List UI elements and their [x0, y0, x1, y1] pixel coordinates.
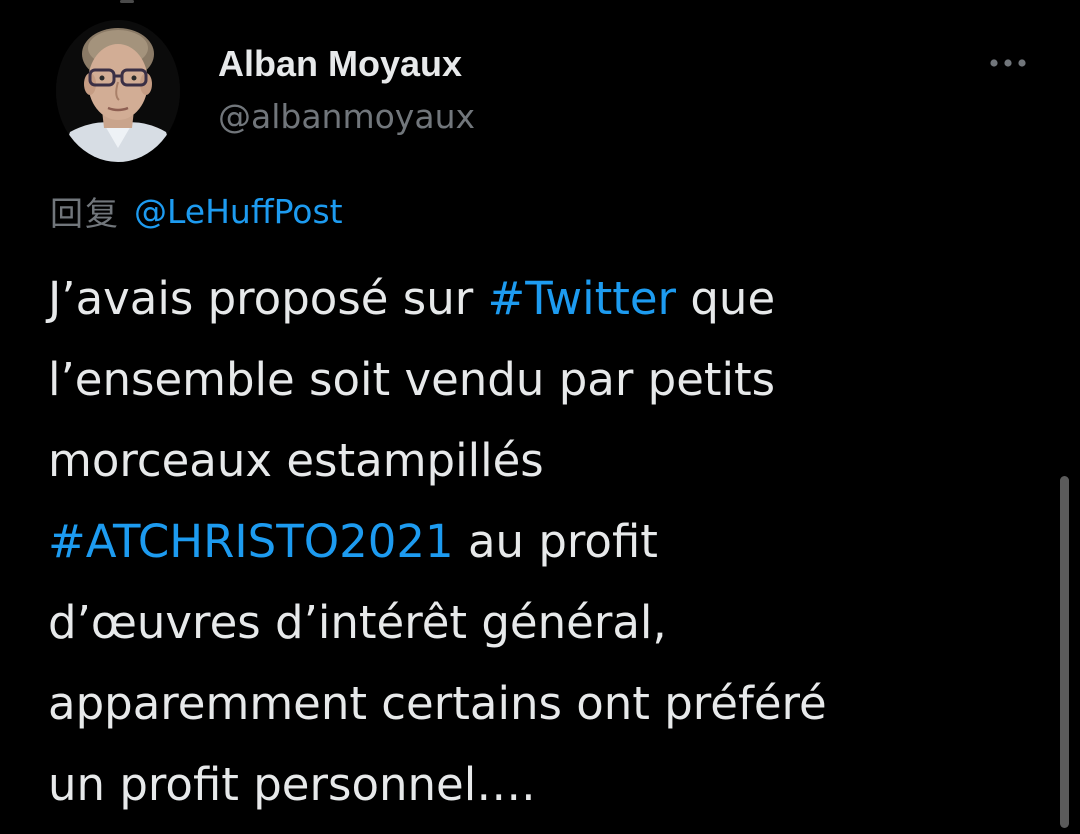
tweet-text-line: J’avais proposé sur #Twitter que [48, 258, 1028, 339]
tweet-text-line: un profit personnel…. [48, 758, 536, 811]
reply-mention-link[interactable]: @LeHuffPost [134, 192, 343, 231]
author-handle[interactable]: @albanmoyaux [218, 94, 475, 140]
more-options-button[interactable] [980, 46, 1036, 80]
text-segment: que [676, 272, 776, 325]
reply-context: 回复 @LeHuffPost [50, 186, 343, 236]
tweet-text-line: apparemment certains ont préféré [48, 677, 827, 730]
text-segment: au profit [453, 515, 658, 568]
avatar[interactable] [56, 20, 180, 162]
reply-prefix-label: 回复 [50, 194, 120, 233]
text-segment: J’avais proposé sur [48, 272, 488, 325]
avatar-photo [56, 20, 180, 162]
tweet-text-line: morceaux estampillés [48, 434, 544, 487]
tweet-text: J’avais proposé sur #Twitter que l’ensem… [48, 258, 1028, 825]
top-divider-mark [120, 0, 134, 3]
tweet-text-line: d’œuvres d’intérêt général, [48, 596, 667, 649]
hashtag-link-twitter[interactable]: #Twitter [488, 272, 677, 325]
tweet-text-line: #ATCHRISTO2021 au profit [48, 501, 1028, 582]
vertical-scrollbar[interactable] [1060, 476, 1069, 828]
tweet-text-line: l’ensemble soit vendu par petits [48, 353, 776, 406]
hashtag-link-atchristo2021[interactable]: #ATCHRISTO2021 [48, 515, 454, 568]
tweet-detail: Alban Moyaux @albanmoyaux 回复 @LeHuffPost… [0, 0, 1080, 834]
more-horizontal-icon [990, 59, 1026, 67]
author-name[interactable]: Alban Moyaux [218, 40, 462, 88]
